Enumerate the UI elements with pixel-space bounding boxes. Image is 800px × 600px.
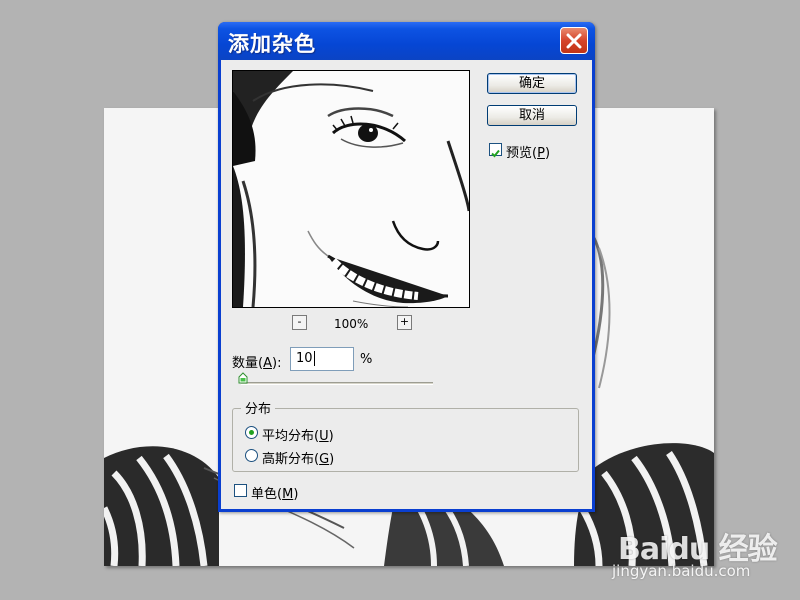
- amount-mnemonic: A: [263, 356, 272, 371]
- dialog-title: 添加杂色: [228, 32, 316, 56]
- watermark-url: jingyan.baidu.com: [612, 562, 751, 580]
- amount-label-text: 数量: [232, 356, 259, 371]
- uniform-label: 平均分布(U): [262, 429, 334, 444]
- close-icon: [566, 33, 582, 49]
- gaussian-label: 高斯分布(G): [262, 452, 335, 467]
- gaussian-label-text: 高斯分布: [262, 452, 315, 467]
- add-noise-dialog: 添加杂色 - 100% + 确定 取消 预览(P) 数量(A): 10 % 分布…: [218, 22, 595, 512]
- baidu-watermark: Baidu 经验 jingyan.baidu.com: [610, 510, 790, 590]
- preview-label: 预览(P): [506, 146, 551, 161]
- amount-slider-track[interactable]: [241, 382, 433, 385]
- dialog-client-area: - 100% + 确定 取消 预览(P) 数量(A): 10​ % 分布 平均分…: [221, 60, 592, 509]
- filter-preview[interactable]: [232, 70, 470, 308]
- uniform-label-text: 平均分布: [262, 429, 315, 444]
- monochrome-checkbox[interactable]: [234, 484, 247, 497]
- monochrome-mnemonic: M: [282, 487, 294, 502]
- zoom-out-button[interactable]: -: [292, 315, 307, 330]
- gaussian-radio[interactable]: [245, 449, 258, 462]
- uniform-radio[interactable]: [245, 426, 258, 439]
- cancel-button[interactable]: 取消: [487, 105, 577, 126]
- preview-label-text: 预览: [506, 146, 533, 161]
- close-button[interactable]: [560, 27, 588, 54]
- dialog-titlebar[interactable]: 添加杂色: [218, 22, 595, 60]
- amount-unit: %: [360, 352, 373, 367]
- zoom-level: 100%: [334, 317, 369, 331]
- radio-dot: [249, 430, 254, 435]
- preview-image: [233, 71, 469, 307]
- zoom-in-button[interactable]: +: [397, 315, 412, 330]
- preview-checkbox[interactable]: [489, 143, 502, 158]
- text-cursor: ​: [313, 351, 315, 366]
- gaussian-mnemonic: G: [319, 452, 330, 467]
- preview-mnemonic: P: [537, 146, 545, 161]
- monochrome-label: 单色(M): [251, 487, 299, 502]
- monochrome-label-text: 单色: [251, 487, 278, 502]
- distribution-title: 分布: [241, 398, 276, 417]
- ok-button[interactable]: 确定: [487, 73, 577, 94]
- checkmark-icon: [491, 149, 500, 158]
- amount-input[interactable]: 10​: [290, 347, 354, 371]
- amount-value: 10: [296, 351, 313, 366]
- uniform-mnemonic: U: [319, 429, 329, 444]
- amount-slider-thumb[interactable]: [238, 372, 248, 384]
- amount-label: 数量(A):: [232, 356, 282, 371]
